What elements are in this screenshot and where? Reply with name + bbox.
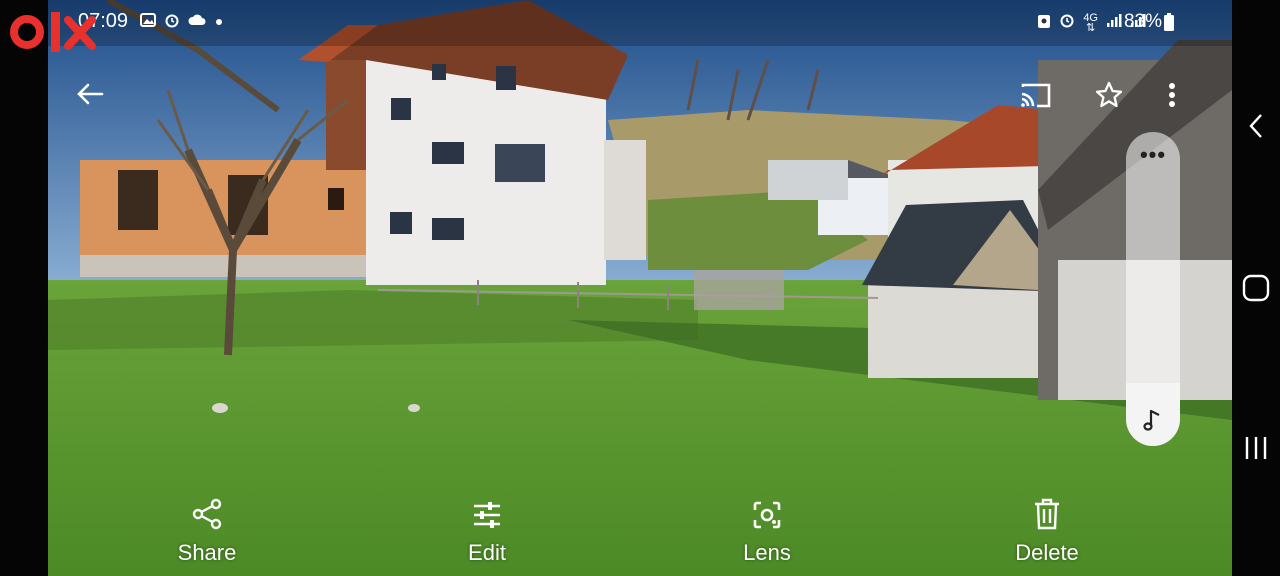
home-nav-icon[interactable] xyxy=(1232,268,1280,308)
edit-label: Edit xyxy=(468,540,506,565)
alarm-icon xyxy=(1059,12,1075,33)
favorite-star-icon[interactable] xyxy=(1092,78,1126,112)
olx-logo xyxy=(8,10,98,58)
recents-nav-icon[interactable] xyxy=(1232,430,1280,466)
music-note-icon[interactable] xyxy=(1126,404,1180,436)
more-vert-icon[interactable] xyxy=(1162,78,1182,112)
status-left-icons xyxy=(140,12,224,33)
delete-label: Delete xyxy=(1015,540,1079,565)
back-nav-icon[interactable] xyxy=(1232,108,1280,144)
lens-label: Lens xyxy=(743,540,791,565)
volume-settings-dots[interactable]: ••• xyxy=(1126,142,1180,168)
cast-icon[interactable] xyxy=(1018,78,1054,112)
left-black-bar xyxy=(0,0,48,576)
edit-button[interactable]: Edit xyxy=(417,490,557,576)
cloud-icon xyxy=(188,13,206,32)
phone-screen: 07:09 4G ⇅ 83% ••• Share Edit Lens Delet… xyxy=(0,0,1280,576)
alarm-icon xyxy=(164,12,180,33)
battery-percent: 83% xyxy=(1123,11,1162,32)
4g-icon: 4G ⇅ xyxy=(1083,11,1098,34)
dot-icon xyxy=(214,14,224,32)
status-bar: 07:09 4G ⇅ 83% xyxy=(48,0,1232,46)
lens-icon xyxy=(751,490,783,530)
photo-action-bar: Share Edit Lens Delete xyxy=(48,490,1232,576)
network-type: 4G xyxy=(1083,11,1098,24)
nfc-lock-icon xyxy=(1037,11,1051,34)
share-icon xyxy=(192,490,222,530)
share-button[interactable]: Share xyxy=(137,490,277,576)
delete-button[interactable]: Delete xyxy=(977,490,1117,576)
volume-slider[interactable]: ••• xyxy=(1126,132,1180,446)
back-arrow-icon[interactable] xyxy=(72,78,108,110)
battery-icon xyxy=(1164,13,1174,36)
share-label: Share xyxy=(177,540,237,565)
signal-icon xyxy=(1106,12,1122,33)
lens-button[interactable]: Lens xyxy=(697,490,837,576)
trash-icon xyxy=(1033,490,1061,530)
edit-sliders-icon xyxy=(472,490,502,530)
gallery-icon xyxy=(140,12,156,33)
